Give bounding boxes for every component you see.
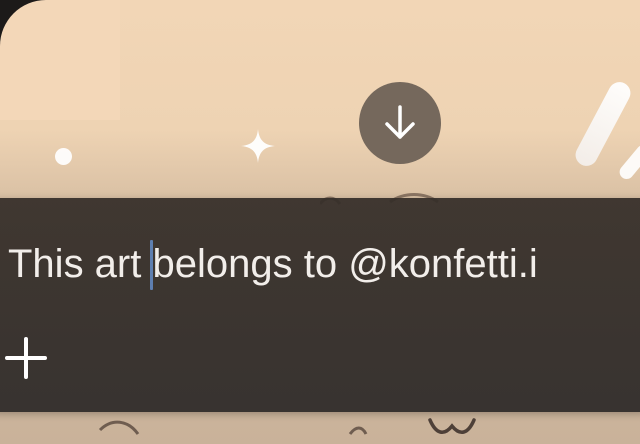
chat-screen: This art belongs to @konfetti.i <box>0 0 640 444</box>
light-streak-small-icon <box>616 142 640 182</box>
sparkle-icon <box>241 129 275 163</box>
arrow-down-icon <box>385 105 415 139</box>
screen-corner <box>0 0 120 120</box>
light-streak-icon <box>571 78 635 170</box>
plus-icon <box>5 337 47 379</box>
message-text-after-cursor: belongs to @konfetti.i <box>152 242 538 286</box>
scroll-to-bottom-button[interactable] <box>359 82 441 164</box>
message-composer[interactable] <box>0 198 640 412</box>
message-text-before-cursor: This art <box>8 242 153 286</box>
message-input[interactable]: This art belongs to @konfetti.i <box>8 238 538 290</box>
text-cursor <box>150 240 153 290</box>
artwork-doodle-bottom <box>98 418 476 435</box>
sparkle-dot-icon <box>55 148 72 165</box>
add-attachment-button[interactable] <box>4 336 48 380</box>
